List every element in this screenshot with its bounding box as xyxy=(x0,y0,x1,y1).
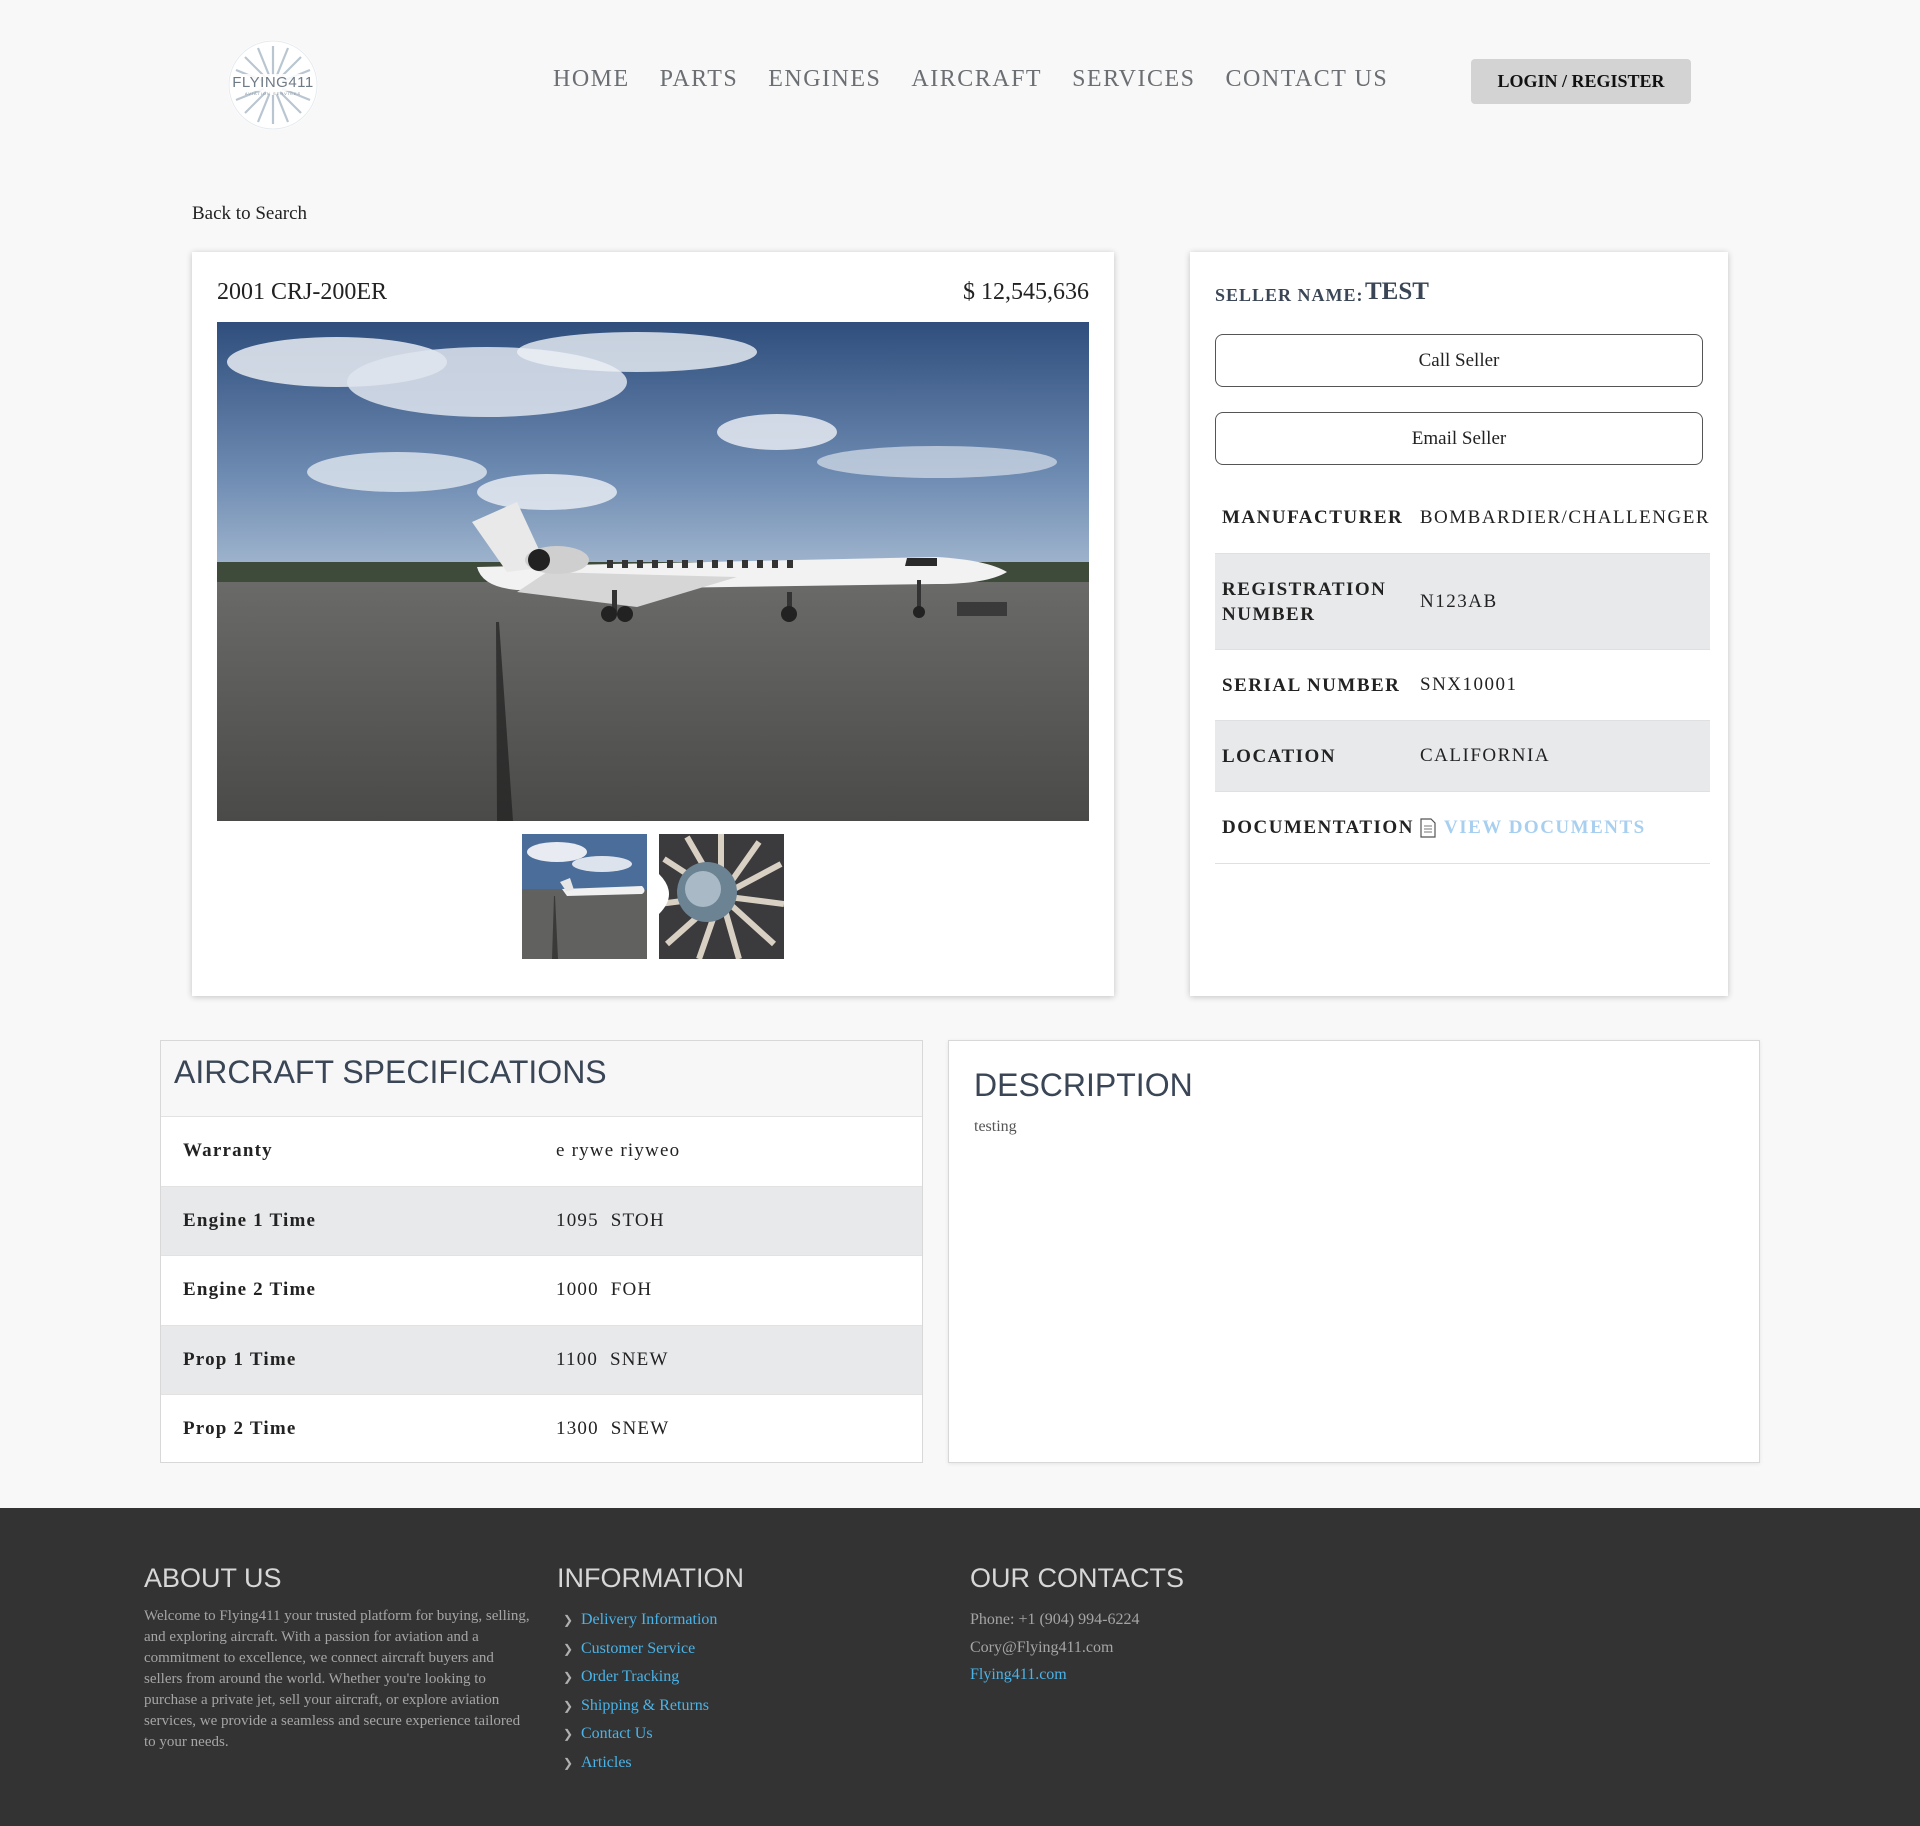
nav-home[interactable]: HOME xyxy=(553,66,630,93)
description-title: DESCRIPTION xyxy=(974,1067,1193,1103)
logo-text: FLYING411 xyxy=(231,74,315,91)
aircraft-info-table: MANUFACTURER BOMBARDIER/CHALLENGER REGIS… xyxy=(1215,482,1710,864)
chevron-right-icon: ❯ xyxy=(563,1641,574,1656)
footer-information-title: INFORMATION xyxy=(557,1563,744,1593)
footer-link-order-tracking[interactable]: ❯ Order Tracking xyxy=(557,1663,744,1692)
footer-about: ABOUT US Welcome to Flying411 your trust… xyxy=(144,1563,534,1753)
view-documents-label: VIEW DOCUMENTS xyxy=(1444,816,1646,838)
main-aircraft-image[interactable] xyxy=(217,322,1089,821)
info-key: LOCATION xyxy=(1222,745,1337,767)
nav-parts[interactable]: PARTS xyxy=(660,66,739,93)
footer-about-text: Welcome to Flying411 your trusted platfo… xyxy=(144,1608,530,1750)
view-documents-link[interactable]: VIEW DOCUMENTS xyxy=(1420,817,1646,839)
site-footer: ABOUT US Welcome to Flying411 your trust… xyxy=(0,1508,1920,1826)
info-row-manufacturer: MANUFACTURER BOMBARDIER/CHALLENGER xyxy=(1215,482,1710,554)
spec-value: e rywe riyweo xyxy=(556,1140,681,1162)
description-text: testing xyxy=(974,1118,1017,1135)
info-key: MANUFACTURER xyxy=(1222,507,1404,528)
footer-information: INFORMATION ❯ Delivery Information ❯ Custo… xyxy=(557,1563,744,1777)
spec-key: Prop 1 Time xyxy=(183,1348,297,1370)
spec-value: 1000 FOH xyxy=(556,1279,653,1301)
spec-key: Warranty xyxy=(183,1140,273,1162)
info-value: SNX10001 xyxy=(1420,674,1518,695)
email-seller-button[interactable]: Email Seller xyxy=(1215,412,1703,465)
spec-row-prop-2: Prop 2 Time 1300 SNEW xyxy=(161,1394,922,1464)
nav-services[interactable]: SERVICES xyxy=(1072,66,1195,93)
footer-contacts-title: OUR CONTACTS xyxy=(970,1563,1184,1593)
spec-key: Prop 2 Time xyxy=(183,1418,297,1440)
info-value: CALIFORNIA xyxy=(1420,745,1551,766)
spec-row-prop-1: Prop 1 Time 1100 SNEW xyxy=(161,1324,922,1394)
footer-contacts: OUR CONTACTS Phone: +1 (904) 994-6224 Co… xyxy=(970,1563,1184,1689)
site-header: FLYING411 AVIATION SERVICES HOME PARTS E… xyxy=(0,0,1920,170)
footer-link-label: Articles xyxy=(581,1753,632,1771)
listing-title: 2001 CRJ-200ER xyxy=(217,279,388,305)
footer-phone: Phone: +1 (904) 994-6224 xyxy=(970,1611,1140,1628)
footer-link-shipping[interactable]: ❯ Shipping & Returns xyxy=(557,1692,744,1721)
footer-link-contact-us[interactable]: ❯ Contact Us xyxy=(557,1720,744,1749)
main-nav: HOME PARTS ENGINES AIRCRAFT SERVICES CON… xyxy=(553,66,1418,93)
info-key: DOCUMENTATION xyxy=(1222,817,1414,838)
nav-aircraft[interactable]: AIRCRAFT xyxy=(911,66,1042,93)
info-row-location: LOCATION CALIFORNIA xyxy=(1215,721,1710,792)
seller-name: TEST xyxy=(1365,278,1429,305)
info-row-serial: SERIAL NUMBER SNX10001 xyxy=(1215,650,1710,721)
thumbnail-aircraft[interactable] xyxy=(522,834,647,959)
spec-value: 1100 SNEW xyxy=(556,1348,669,1370)
footer-about-title: ABOUT US xyxy=(144,1563,282,1593)
logo-subtext: AVIATION SERVICES xyxy=(244,91,302,96)
spec-row-engine-1: Engine 1 Time 1095 STOH xyxy=(161,1185,922,1255)
login-register-button[interactable]: LOGIN / REGISTER xyxy=(1471,59,1691,104)
chevron-right-icon: ❯ xyxy=(563,1613,574,1627)
chevron-right-icon: ❯ xyxy=(563,1755,574,1770)
info-row-documentation: DOCUMENTATION VIEW DOCUMENTS xyxy=(1215,792,1710,864)
aircraft-specifications: AIRCRAFT SPECIFICATIONS Warranty e rywe … xyxy=(160,1040,923,1463)
spec-value: 1095 STOH xyxy=(556,1209,665,1231)
spec-row-warranty: Warranty e rywe riyweo xyxy=(161,1116,922,1186)
thumbnail-engine[interactable] xyxy=(659,834,784,959)
seller-name-label: SELLER NAME: xyxy=(1215,285,1364,305)
info-value: N123AB xyxy=(1420,590,1498,612)
info-value: BOMBARDIER/CHALLENGER xyxy=(1419,506,1710,528)
footer-link-articles[interactable]: ❯ Articles xyxy=(557,1749,744,1778)
info-key: SERIAL NUMBER xyxy=(1222,674,1401,696)
nav-engines[interactable]: ENGINES xyxy=(768,66,881,93)
spec-key: Engine 2 Time xyxy=(183,1279,317,1301)
document-icon xyxy=(1420,817,1436,838)
footer-email: Cory@Flying411.com xyxy=(970,1638,1114,1656)
spec-key: Engine 1 Time xyxy=(183,1209,317,1231)
footer-link-label: Customer Service xyxy=(581,1639,696,1657)
info-key: REGISTRATION NUMBER xyxy=(1222,578,1387,625)
footer-link-delivery[interactable]: ❯ Delivery Information xyxy=(557,1606,744,1635)
nav-contact-us[interactable]: CONTACT US xyxy=(1226,66,1389,93)
footer-link-label: Order Tracking xyxy=(581,1668,680,1685)
spec-row-engine-2: Engine 2 Time 1000 FOH xyxy=(161,1255,922,1325)
info-row-registration: REGISTRATION NUMBER N123AB xyxy=(1215,554,1710,650)
description-panel: DESCRIPTION testing xyxy=(948,1040,1760,1463)
chevron-right-icon: ❯ xyxy=(563,1698,574,1713)
footer-link-label: Contact Us xyxy=(581,1725,653,1742)
footer-link-customer-service[interactable]: ❯ Customer Service xyxy=(557,1635,744,1664)
seller-card: SELLER NAME: TEST Call Seller Email Sell… xyxy=(1190,252,1728,996)
chevron-right-icon: ❯ xyxy=(563,1727,574,1741)
site-logo[interactable]: FLYING411 AVIATION SERVICES xyxy=(228,40,318,130)
specifications-title: AIRCRAFT SPECIFICATIONS xyxy=(161,1041,922,1116)
spec-value: 1300 SNEW xyxy=(556,1418,670,1440)
call-seller-button[interactable]: Call Seller xyxy=(1215,334,1703,387)
listing-card: 2001 CRJ-200ER $ 12,545,636 xyxy=(192,252,1114,996)
listing-price: $ 12,545,636 xyxy=(963,279,1089,305)
footer-link-label: Delivery Information xyxy=(581,1611,718,1628)
footer-website-link[interactable]: Flying411.com xyxy=(970,1661,1184,1689)
chevron-right-icon: ❯ xyxy=(563,1670,574,1684)
back-to-search-link[interactable]: Back to Search xyxy=(192,203,307,225)
footer-link-label: Shipping & Returns xyxy=(581,1696,710,1714)
